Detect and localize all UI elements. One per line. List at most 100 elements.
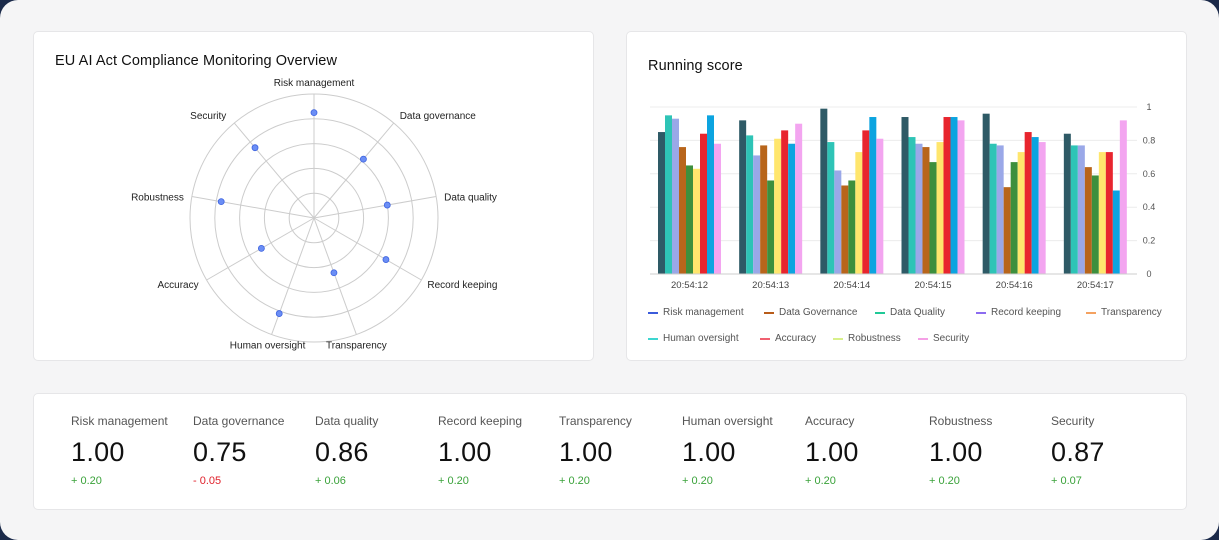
radar-point-transparency[interactable] bbox=[330, 269, 338, 277]
bar-20-54-17-0[interactable] bbox=[1063, 133, 1071, 274]
bar-20-54-13-8[interactable] bbox=[795, 123, 803, 274]
bar-20-54-14-5[interactable] bbox=[855, 152, 863, 274]
bar-20-54-12-5[interactable] bbox=[693, 168, 700, 274]
bar-20-54-15-4[interactable] bbox=[929, 162, 937, 274]
radar-point-record-keeping[interactable] bbox=[382, 256, 390, 263]
bar-20-54-17-2[interactable] bbox=[1077, 145, 1085, 274]
bar-20-54-16-7[interactable] bbox=[1031, 137, 1039, 274]
metric-label: Transparency bbox=[559, 414, 632, 428]
bar-20-54-12-3[interactable] bbox=[679, 147, 686, 274]
bar-20-54-16-4[interactable] bbox=[1010, 162, 1018, 274]
dashboard-frame: EU AI Act Compliance Monitoring Overview… bbox=[0, 0, 1219, 540]
bar-20-54-15-2[interactable] bbox=[915, 143, 923, 274]
radar-point-data-quality[interactable] bbox=[383, 201, 391, 209]
bar-20-54-12-2[interactable] bbox=[672, 118, 679, 274]
bar-20-54-14-0[interactable] bbox=[820, 108, 828, 274]
legend-label: Security bbox=[933, 333, 970, 344]
metric-data-governance: Data governance 0.75 - 0.05 bbox=[193, 414, 313, 487]
running-score-card: Running score 0 0.2 0.4 0.6 0.8 1 20:54:12 20:5… bbox=[626, 31, 1187, 361]
x-tick-label: 20:54:13 bbox=[752, 280, 789, 291]
bar-20-54-12-8[interactable] bbox=[714, 143, 721, 274]
legend-item-transparency[interactable]: Transparency bbox=[1086, 307, 1162, 318]
bar-20-54-17-6[interactable] bbox=[1105, 152, 1113, 274]
legend-item-data-governance[interactable]: Data Governance bbox=[764, 307, 857, 318]
bar-20-54-15-3[interactable] bbox=[922, 147, 930, 274]
bar-20-54-17-7[interactable] bbox=[1112, 190, 1120, 275]
bar-20-54-15-1[interactable] bbox=[908, 137, 916, 274]
metric-label: Record keeping bbox=[438, 414, 523, 428]
legend-label: Risk management bbox=[663, 307, 744, 318]
x-tick-label: 20:54:15 bbox=[915, 280, 952, 291]
bar-20-54-16-8[interactable] bbox=[1038, 142, 1046, 274]
radar-point-human-oversight[interactable] bbox=[275, 310, 283, 317]
bar-20-54-13-6[interactable] bbox=[781, 130, 789, 274]
legend-swatch bbox=[875, 311, 885, 314]
metric-value: 1.00 bbox=[805, 437, 859, 467]
y-tick-label: 0.6 bbox=[1143, 169, 1156, 179]
legend-item-record-keeping[interactable]: Record keeping bbox=[976, 307, 1061, 318]
legend-item-security[interactable]: Security bbox=[918, 333, 969, 344]
bar-20-54-13-5[interactable] bbox=[774, 138, 782, 274]
radar-chart-card: EU AI Act Compliance Monitoring Overview… bbox=[33, 31, 594, 361]
legend-label: Record keeping bbox=[991, 307, 1062, 318]
bar-20-54-13-1[interactable] bbox=[746, 135, 754, 274]
bar-20-54-13-2[interactable] bbox=[753, 155, 761, 274]
bar-20-54-13-7[interactable] bbox=[788, 143, 796, 274]
bar-20-54-13-0[interactable] bbox=[739, 120, 747, 274]
bar-20-54-12-0[interactable] bbox=[658, 132, 665, 274]
metric-delta: + 0.20 bbox=[559, 475, 590, 487]
bar-20-54-16-2[interactable] bbox=[996, 145, 1004, 274]
legend-item-accuracy[interactable]: Accuracy bbox=[760, 333, 816, 344]
metric-value: 1.00 bbox=[71, 437, 125, 467]
metric-delta: + 0.20 bbox=[438, 475, 469, 487]
bar-20-54-14-3[interactable] bbox=[841, 185, 849, 274]
metric-data-quality: Data quality 0.86 + 0.06 bbox=[315, 414, 435, 487]
bar-20-54-12-6[interactable] bbox=[700, 133, 707, 274]
legend-item-human-oversight[interactable]: Human oversight bbox=[648, 333, 739, 344]
bar-20-54-14-8[interactable] bbox=[876, 138, 884, 274]
metric-accuracy: Accuracy 1.00 + 0.20 bbox=[805, 414, 925, 487]
bar-20-54-17-3[interactable] bbox=[1084, 167, 1092, 274]
radar-point-robustness[interactable] bbox=[217, 198, 225, 206]
bar-20-54-16-1[interactable] bbox=[989, 143, 997, 274]
legend-item-risk-management[interactable]: Risk management bbox=[648, 307, 744, 318]
bar-20-54-12-4[interactable] bbox=[686, 165, 693, 274]
bar-20-54-14-7[interactable] bbox=[869, 117, 877, 275]
legend-item-robustness[interactable]: Robustness bbox=[833, 333, 901, 344]
bar-20-54-16-3[interactable] bbox=[1003, 187, 1011, 274]
bar-20-54-12-7[interactable] bbox=[707, 115, 714, 274]
metric-delta: + 0.20 bbox=[682, 475, 713, 487]
bar-20-54-15-6[interactable] bbox=[943, 117, 951, 275]
bar-20-54-14-2[interactable] bbox=[834, 170, 842, 274]
bar-20-54-13-3[interactable] bbox=[760, 145, 768, 274]
bar-20-54-14-6[interactable] bbox=[862, 130, 870, 274]
radar-point-accuracy[interactable] bbox=[257, 244, 265, 252]
radar-axis-label-data-governance: Data governance bbox=[400, 111, 477, 122]
bar-20-54-16-5[interactable] bbox=[1017, 152, 1025, 274]
bar-20-54-16-0[interactable] bbox=[982, 113, 990, 275]
metric-delta: + 0.06 bbox=[315, 475, 346, 487]
bar-20-54-17-1[interactable] bbox=[1070, 145, 1078, 274]
bar-20-54-14-1[interactable] bbox=[827, 142, 835, 274]
bar-20-54-15-8[interactable] bbox=[957, 120, 965, 274]
bar-20-54-14-4[interactable] bbox=[848, 180, 856, 274]
legend-item-data-quality[interactable]: Data Quality bbox=[875, 307, 945, 318]
bar-20-54-17-4[interactable] bbox=[1091, 175, 1099, 274]
legend-label: Robustness bbox=[848, 333, 901, 344]
bar-20-54-17-8[interactable] bbox=[1119, 120, 1127, 274]
bar-20-54-13-4[interactable] bbox=[767, 180, 775, 274]
bar-20-54-17-5[interactable] bbox=[1098, 152, 1106, 274]
metric-label: Human oversight bbox=[682, 414, 773, 428]
bar-20-54-15-0[interactable] bbox=[901, 117, 909, 275]
metric-value: 1.00 bbox=[559, 437, 613, 467]
metric-value: 0.75 bbox=[193, 437, 247, 467]
bar-20-54-12-1[interactable] bbox=[665, 115, 672, 274]
legend-label: Accuracy bbox=[775, 333, 817, 344]
radar-point-security[interactable] bbox=[251, 144, 259, 152]
bar-20-54-15-5[interactable] bbox=[936, 142, 944, 274]
bar-20-54-15-7[interactable] bbox=[950, 117, 958, 275]
radar-point-risk-management[interactable] bbox=[310, 109, 318, 116]
metric-delta: + 0.20 bbox=[71, 475, 102, 487]
radar-point-data-governance[interactable] bbox=[360, 155, 367, 163]
bar-20-54-16-6[interactable] bbox=[1024, 132, 1032, 274]
